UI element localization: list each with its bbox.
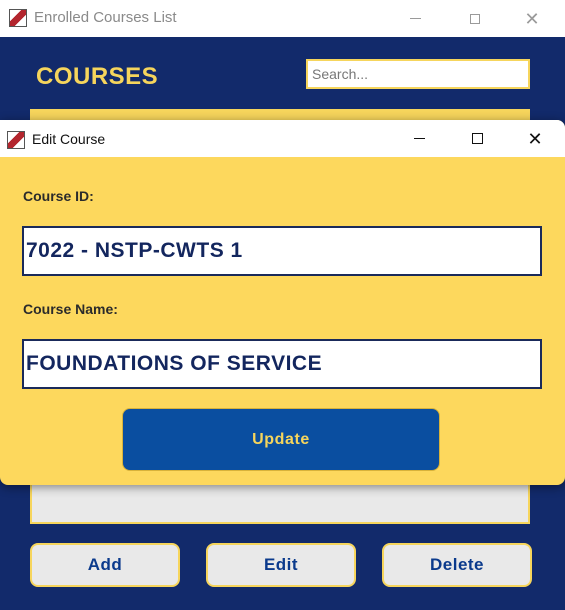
close-icon: ✕: [527, 128, 543, 149]
course-id-label: Course ID:: [23, 188, 94, 204]
main-title-bar[interactable]: Enrolled Courses List ✕: [0, 0, 565, 37]
search-input[interactable]: [306, 59, 530, 89]
main-maximize-button[interactable]: [452, 0, 498, 37]
update-button[interactable]: Update: [122, 408, 440, 471]
delete-button[interactable]: Delete: [382, 543, 532, 587]
edit-course-dialog: Edit Course ✕ Course ID: Course Name: Up…: [0, 120, 565, 485]
dialog-maximize-button[interactable]: [454, 120, 500, 157]
dialog-title: Edit Course: [32, 131, 106, 147]
main-window-title: Enrolled Courses List: [34, 9, 177, 26]
dialog-app-icon: [7, 131, 25, 149]
add-button[interactable]: Add: [30, 543, 180, 587]
dialog-close-button[interactable]: ✕: [512, 120, 558, 157]
maximize-icon: [470, 13, 480, 24]
courses-heading: COURSES: [36, 63, 159, 90]
app-icon: [9, 9, 27, 27]
course-id-field[interactable]: [22, 226, 542, 276]
maximize-icon: [471, 133, 483, 144]
dialog-title-bar[interactable]: Edit Course ✕: [0, 120, 565, 157]
dialog-minimize-button[interactable]: [396, 120, 442, 157]
course-name-field[interactable]: [22, 339, 542, 389]
minimize-icon: [409, 18, 421, 19]
course-name-label: Course Name:: [23, 301, 118, 317]
close-icon: ✕: [524, 8, 540, 29]
edit-button[interactable]: Edit: [206, 543, 356, 587]
main-minimize-button[interactable]: [392, 0, 438, 37]
minimize-icon: [413, 138, 425, 139]
main-close-button[interactable]: ✕: [509, 0, 555, 37]
